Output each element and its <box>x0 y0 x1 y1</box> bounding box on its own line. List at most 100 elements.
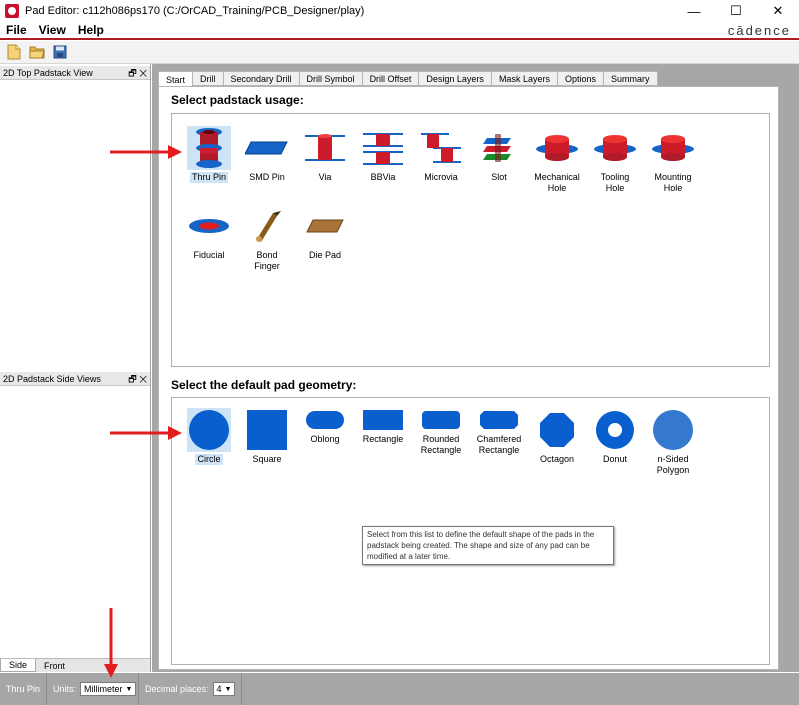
usage-fiducial[interactable]: Fiducial <box>180 204 238 261</box>
item-label: Donut <box>602 454 628 464</box>
geometry-n-sided-polygon[interactable]: n-Sided Polygon <box>644 408 702 476</box>
item-label: Square <box>252 454 282 464</box>
window-controls: — ☐ ✕ <box>673 0 799 22</box>
panel-header: 2D Top Padstack View 🗗 ✕ <box>0 66 150 80</box>
units-select[interactable]: Millimeter ▼ <box>80 682 137 696</box>
item-label: Via <box>318 172 332 182</box>
tab-start[interactable]: Start <box>158 71 194 87</box>
slot-icon <box>477 126 521 170</box>
tab-side[interactable]: Side <box>0 659 37 672</box>
usage-via[interactable]: Via <box>296 126 354 183</box>
geometry-square[interactable]: Square <box>238 408 296 465</box>
geometry-circle[interactable]: Circle <box>180 408 238 465</box>
units-label: Units: <box>53 684 77 694</box>
bbvia-icon <box>361 126 405 170</box>
via-icon <box>303 126 347 170</box>
panel-title: 2D Top Padstack View <box>3 67 93 78</box>
geometry-rectangle[interactable]: Rectangle <box>354 408 412 445</box>
cadence-logo: cādence <box>727 23 791 38</box>
item-label: Fiducial <box>193 250 225 260</box>
usage-bbvia[interactable]: BBVia <box>354 126 412 183</box>
tab-drill-offset[interactable]: Drill Offset <box>362 71 420 86</box>
item-label: Mounting Hole <box>654 172 692 193</box>
tab-design-layers[interactable]: Design Layers <box>419 71 492 86</box>
item-label: Rectangle <box>362 434 404 444</box>
item-label: Oblong <box>310 434 340 444</box>
menu-file[interactable]: File <box>6 23 27 37</box>
units-group: Units: Millimeter ▼ <box>47 673 140 705</box>
usage-mechanical-hole[interactable]: Mechanical Hole <box>528 126 586 194</box>
save-icon <box>53 45 67 59</box>
geometry-oblong[interactable]: Oblong <box>296 408 354 448</box>
side-views-panel: 2D Padstack Side Views 🗗 ✕ <box>0 372 150 659</box>
geometry-octagon[interactable]: Octagon <box>528 408 586 465</box>
side-view-tabs: Side Front <box>0 658 150 672</box>
usage-mounting-hole[interactable]: Mounting Hole <box>644 126 702 194</box>
save-button[interactable] <box>51 43 69 61</box>
panel-title: 2D Padstack Side Views <box>3 373 101 384</box>
microvia-icon <box>419 126 463 170</box>
item-label: Octagon <box>539 454 575 464</box>
toolbar <box>0 41 799 64</box>
geometry-list: Circle Square Oblong Rectangle Rounded R… <box>171 397 770 665</box>
panel-controls[interactable]: 🗗 ✕ <box>128 372 147 388</box>
usage-die-pad[interactable]: Die Pad <box>296 204 354 261</box>
usage-section-title: Select padstack usage: <box>171 93 304 107</box>
rectangle-icon <box>361 408 405 432</box>
geometry-tooltip: Select from this list to define the defa… <box>362 526 614 565</box>
usage-bond-finger[interactable]: Bond Finger <box>238 204 296 272</box>
item-label: Circle <box>195 454 223 465</box>
oblong-icon <box>303 408 347 432</box>
square-icon <box>245 408 289 452</box>
usage-smd-pin[interactable]: SMD Pin <box>238 126 296 183</box>
maximize-button[interactable]: ☐ <box>715 0 757 22</box>
tab-options[interactable]: Options <box>557 71 604 86</box>
minimize-button[interactable]: — <box>673 0 715 22</box>
bond-finger-icon <box>245 204 289 248</box>
usage-microvia[interactable]: Microvia <box>412 126 470 183</box>
item-label: n-Sided Polygon <box>656 454 690 475</box>
title-bar: Pad Editor: c112h086ps170 (C:/OrCAD_Trai… <box>0 0 799 22</box>
arrow-icon <box>110 145 182 159</box>
tab-summary[interactable]: Summary <box>604 71 658 86</box>
tab-drill-symbol[interactable]: Drill Symbol <box>299 71 363 86</box>
tab-drill[interactable]: Drill <box>193 71 224 86</box>
usage-thru-pin[interactable]: Thru Pin <box>180 126 238 183</box>
item-label: Mechanical Hole <box>534 172 580 193</box>
new-file-button[interactable] <box>5 43 23 61</box>
octagon-icon <box>535 408 579 452</box>
fiducial-icon <box>187 204 231 248</box>
menu-help[interactable]: Help <box>78 23 104 37</box>
app-icon <box>5 4 19 18</box>
chevron-down-icon: ▼ <box>224 685 232 693</box>
circle-icon <box>187 408 231 452</box>
item-label: Bond Finger <box>254 250 280 271</box>
item-label: Die Pad <box>308 250 342 260</box>
geometry-chamfered-rectangle[interactable]: Chamfered Rectangle <box>470 408 528 456</box>
tab-front[interactable]: Front <box>36 659 73 672</box>
editor-tabs: Start Drill Secondary Drill Drill Symbol… <box>158 71 658 87</box>
usage-slot[interactable]: Slot <box>470 126 528 183</box>
arrow-icon <box>104 608 118 678</box>
geometry-donut[interactable]: Donut <box>586 408 644 465</box>
item-label: Rounded Rectangle <box>420 434 462 455</box>
close-button[interactable]: ✕ <box>757 0 799 22</box>
tab-mask-layers[interactable]: Mask Layers <box>491 71 558 86</box>
tab-secondary-drill[interactable]: Secondary Drill <box>223 71 300 86</box>
new-file-icon <box>7 44 21 60</box>
usage-tooling-hole[interactable]: Tooling Hole <box>586 126 644 194</box>
top-padstack-view-panel: 2D Top Padstack View 🗗 ✕ <box>0 66 150 370</box>
window-title: Pad Editor: c112h086ps170 (C:/OrCAD_Trai… <box>25 5 365 17</box>
arrow-icon <box>110 426 182 440</box>
polygon-icon <box>651 408 695 452</box>
open-file-button[interactable] <box>28 43 46 61</box>
item-label: Microvia <box>424 172 458 182</box>
geometry-rounded-rectangle[interactable]: Rounded Rectangle <box>412 408 470 456</box>
menu-bar: File View Help cādence <box>0 22 799 40</box>
panel-controls[interactable]: 🗗 ✕ <box>128 66 147 82</box>
units-value: Millimeter <box>84 684 123 694</box>
usage-list: Thru Pin SMD Pin Via BBVia Microvia Slot… <box>171 113 770 367</box>
decimal-places-select[interactable]: 4 ▼ <box>212 682 235 696</box>
menu-view[interactable]: View <box>39 23 66 37</box>
item-label: Chamfered Rectangle <box>476 434 522 455</box>
